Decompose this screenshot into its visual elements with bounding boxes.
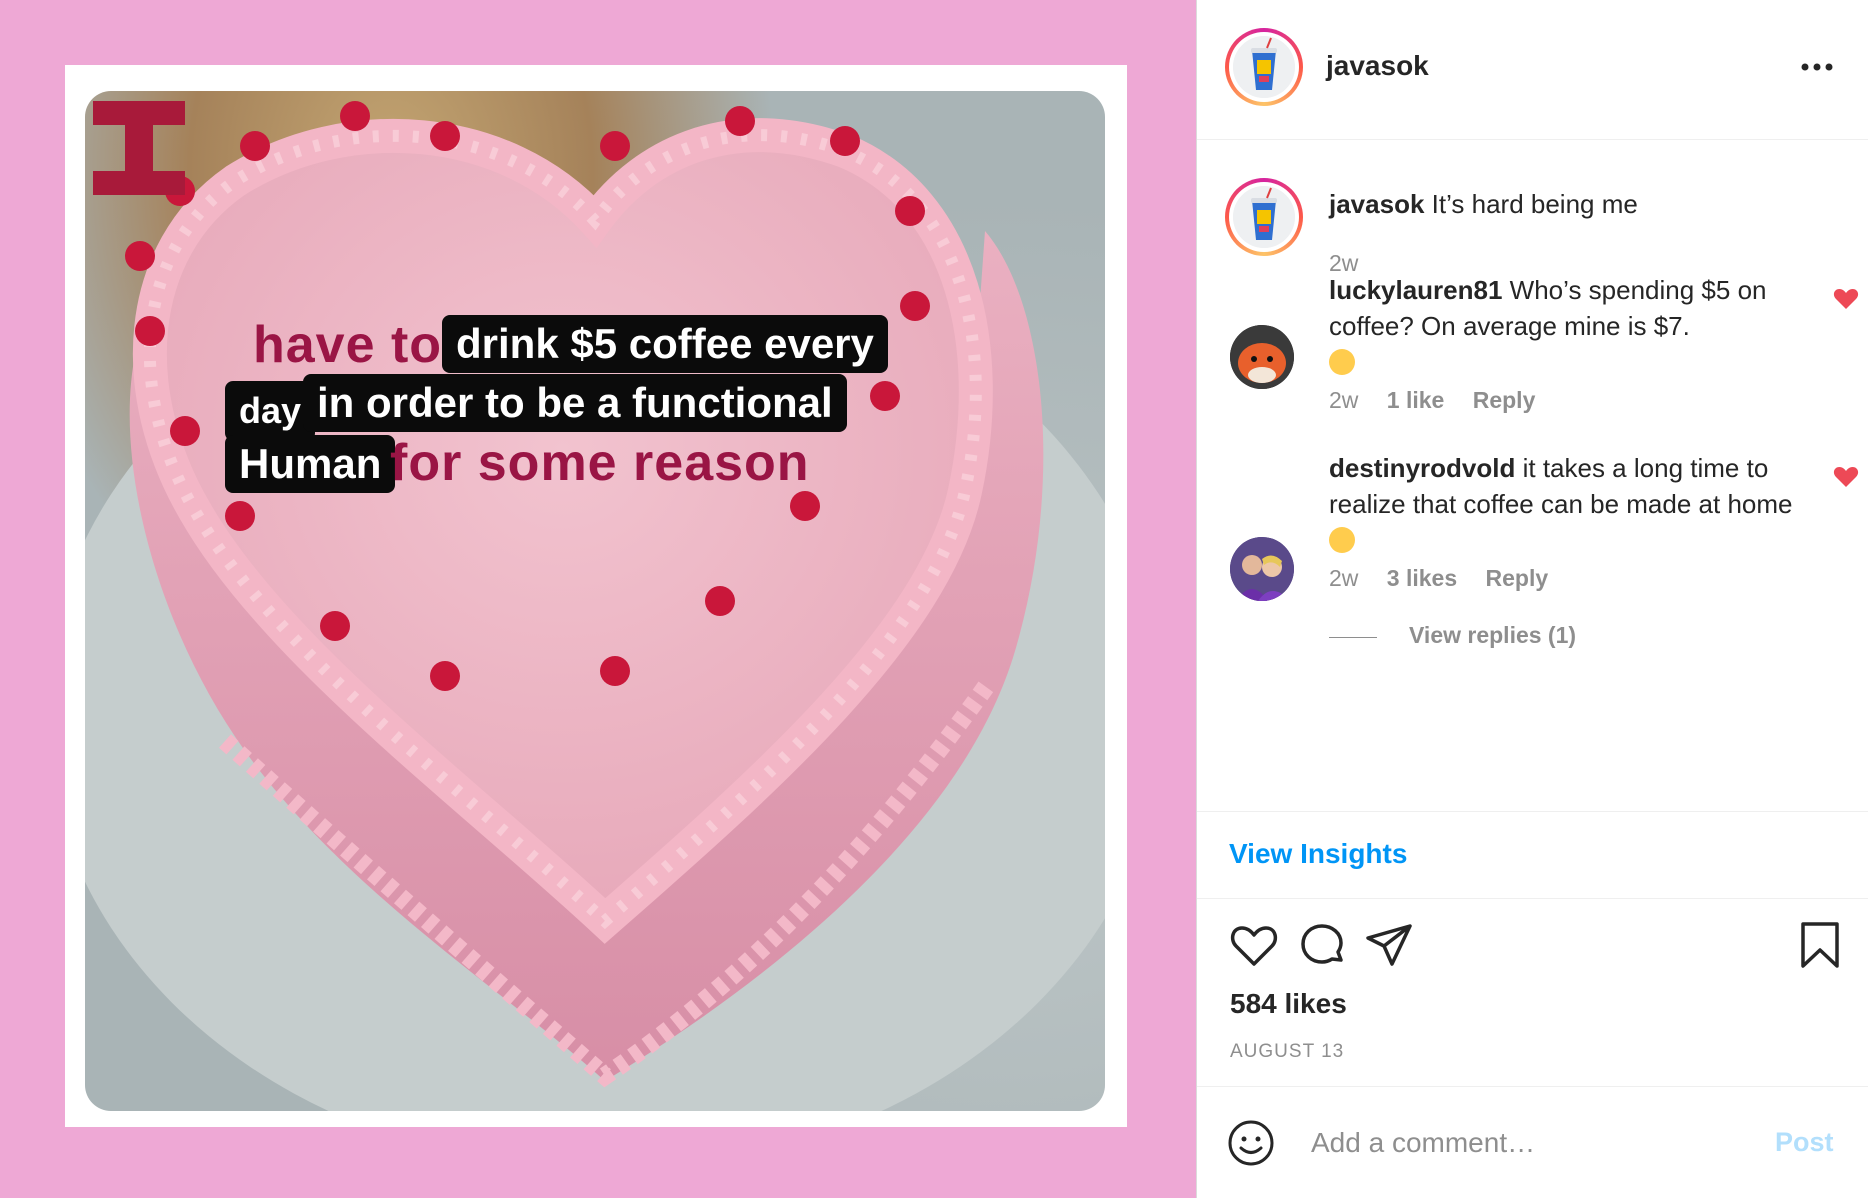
comment-input[interactable] bbox=[1309, 1117, 1753, 1169]
cup-avatar-icon bbox=[1233, 36, 1295, 98]
comment-1-likes[interactable]: 1 like bbox=[1387, 387, 1445, 413]
comment-2-time[interactable]: 2w bbox=[1329, 565, 1358, 591]
post-date[interactable]: AUGUST 13 bbox=[1230, 1041, 1344, 1063]
caption-text: It’s hard being me bbox=[1431, 189, 1638, 219]
comment-1-meta: 2w 1 like Reply bbox=[1329, 387, 1557, 414]
grinning-squinting-face-icon bbox=[1329, 349, 1355, 375]
people-avatar-icon bbox=[1230, 537, 1294, 601]
plush-avatar-icon bbox=[1230, 325, 1294, 389]
comment-2-username[interactable]: destinyrodvold bbox=[1329, 453, 1515, 483]
post-image-frame: have to drink $5 coffee every day in ord… bbox=[65, 65, 1127, 1127]
comment-avatar-destinyrodvold[interactable] bbox=[1230, 537, 1294, 601]
comment-2-heart-icon[interactable] bbox=[1833, 465, 1859, 489]
view-replies-label: View replies (1) bbox=[1409, 622, 1577, 648]
likes-count[interactable]: 584 likes bbox=[1230, 988, 1347, 1020]
share-icon[interactable] bbox=[1362, 918, 1416, 972]
emoji-icon[interactable] bbox=[1227, 1119, 1275, 1167]
caption-username[interactable]: javasok bbox=[1329, 189, 1424, 219]
cup-avatar-icon bbox=[1233, 186, 1295, 248]
view-insights-link[interactable]: View Insights bbox=[1229, 838, 1407, 870]
comment-avatar-luckylauren81[interactable] bbox=[1230, 325, 1294, 389]
comment-1: luckylauren81 Who’s spending $5 on coffe… bbox=[1329, 272, 1809, 380]
comment-1-time[interactable]: 2w bbox=[1329, 387, 1358, 413]
insights-bar: View Insights bbox=[1197, 811, 1868, 899]
add-comment-bar: Post bbox=[1197, 1086, 1868, 1199]
view-replies-button[interactable]: View replies (1) bbox=[1409, 622, 1598, 649]
image-text-day: day bbox=[225, 381, 316, 441]
author-username[interactable]: javasok bbox=[1326, 50, 1429, 82]
image-text-functional: in order to be a functional bbox=[303, 374, 847, 432]
image-caption-overlay: have to drink $5 coffee every day in ord… bbox=[85, 91, 1105, 1111]
post-header: javasok bbox=[1197, 0, 1868, 140]
comment-2-likes[interactable]: 3 likes bbox=[1387, 565, 1457, 591]
like-icon[interactable] bbox=[1227, 918, 1281, 972]
post-sidebar: javasok javasok It’s hard being me 2w lu… bbox=[1196, 0, 1868, 1198]
image-text-human: Human bbox=[225, 435, 396, 493]
comment-2-reply-button[interactable]: Reply bbox=[1486, 565, 1549, 591]
comment-icon[interactable] bbox=[1295, 918, 1349, 972]
comment-1-reply-button[interactable]: Reply bbox=[1473, 387, 1536, 413]
more-options-icon[interactable] bbox=[1797, 55, 1837, 79]
hushed-face-icon bbox=[1329, 527, 1355, 553]
post-actions: 584 likes AUGUST 13 bbox=[1197, 898, 1868, 1088]
image-text-drink-coffee: drink $5 coffee every bbox=[442, 315, 888, 373]
comment-2: destinyrodvold it takes a long time to r… bbox=[1329, 450, 1809, 558]
comment-1-heart-icon[interactable] bbox=[1833, 287, 1859, 311]
post-comment-button[interactable]: Post bbox=[1775, 1127, 1834, 1158]
caption-author-avatar[interactable] bbox=[1225, 178, 1303, 256]
bookmark-icon[interactable] bbox=[1793, 918, 1847, 972]
replies-divider bbox=[1329, 637, 1377, 638]
post-caption: javasok It’s hard being me bbox=[1329, 186, 1809, 222]
media-panel: have to drink $5 coffee every day in ord… bbox=[0, 0, 1196, 1198]
comment-2-meta: 2w 3 likes Reply bbox=[1329, 565, 1570, 592]
author-avatar[interactable] bbox=[1225, 28, 1303, 106]
comment-1-username[interactable]: luckylauren81 bbox=[1329, 275, 1502, 305]
image-text-have-to: have to bbox=[253, 316, 443, 374]
comments-section: javasok It’s hard being me 2w luckylaure… bbox=[1197, 140, 1868, 810]
image-text-for-some-reason: for some reason bbox=[390, 434, 810, 492]
post-image[interactable]: have to drink $5 coffee every day in ord… bbox=[85, 91, 1105, 1111]
